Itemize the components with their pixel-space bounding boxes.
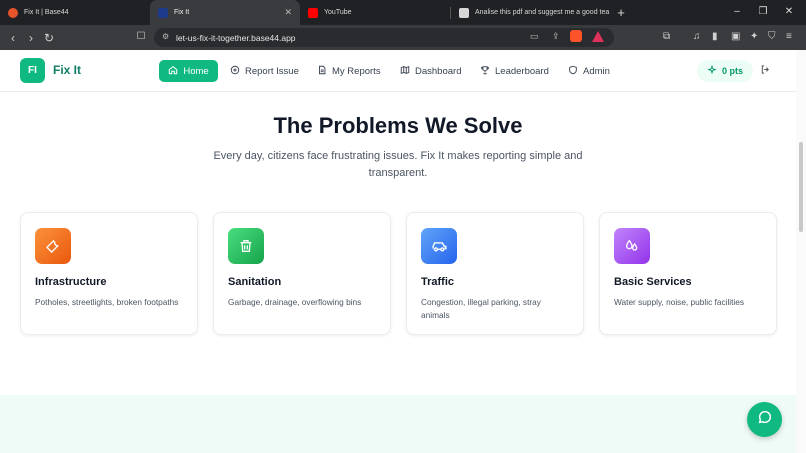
plus-circle-icon <box>230 65 240 77</box>
card-description: Potholes, streetlights, broken footpaths <box>35 297 179 307</box>
app-name[interactable]: Fix It <box>53 63 81 77</box>
page-scrollbar[interactable] <box>796 50 806 453</box>
browser-tab-fixit-base44[interactable]: Fix It | Base44 <box>0 0 150 25</box>
leo-icon[interactable]: ✦ <box>750 31 758 43</box>
wallet-icon[interactable]: ▣ <box>731 31 740 43</box>
problem-card-infrastructure[interactable]: Infrastructure Potholes, streetlights, b… <box>20 212 198 335</box>
card-description: Water supply, noise, public facilities <box>614 297 745 307</box>
address-bar[interactable]: ⚙ let-us-fix-it-together.base44.app ▭ ⇪ <box>154 28 614 47</box>
sparkles-icon <box>707 64 717 77</box>
close-tab-icon[interactable]: ✕ <box>284 7 292 17</box>
screenshot-icon[interactable]: ⧉ <box>663 31 670 43</box>
browser-tab-bar: Fix It | Base44 Fix It ✕ YouTube Analise… <box>0 0 806 25</box>
message-circle-icon <box>757 409 773 430</box>
brave-shields-icon[interactable] <box>570 30 582 42</box>
tab-title: Fix It | Base44 <box>24 9 69 16</box>
nav-label: Leaderboard <box>495 65 549 77</box>
forward-icon[interactable]: › <box>22 31 40 45</box>
nav-label: My Reports <box>332 65 381 77</box>
card-title: Basic Services <box>614 276 692 288</box>
menu-icon[interactable]: ≡ <box>786 31 792 43</box>
vpn-icon[interactable]: ⛉ <box>768 31 776 43</box>
chat-favicon-icon <box>459 7 469 18</box>
youtube-favicon-icon <box>308 7 318 18</box>
nav-admin[interactable]: Admin <box>568 60 610 82</box>
tab-title: Fix It <box>174 9 190 16</box>
logo-badge[interactable]: FI <box>20 58 45 83</box>
browser-tab-fixit[interactable]: Fix It ✕ <box>150 0 300 25</box>
nav-leaderboard[interactable]: Leaderboard <box>480 60 549 82</box>
fixit-favicon-icon <box>158 7 168 18</box>
chat-button[interactable] <box>747 402 782 437</box>
back-icon[interactable]: ‹ <box>4 31 22 45</box>
card-title: Sanitation <box>228 276 282 288</box>
car-icon <box>421 228 457 264</box>
home-icon <box>168 65 178 77</box>
nav-report-issue[interactable]: Report Issue <box>230 60 299 82</box>
nav-label: Dashboard <box>415 65 462 77</box>
section-subtitle: Every day, citizens face frustrating iss… <box>213 150 583 179</box>
cast-icon[interactable]: ▭ <box>530 31 539 42</box>
trophy-icon <box>480 65 490 77</box>
trash-icon <box>228 228 264 264</box>
url-text: let-us-fix-it-together.base44.app <box>176 32 296 43</box>
card-description: Congestion, illegal parking, stray anima… <box>421 297 541 320</box>
section-title: The Problems We Solve <box>273 113 523 138</box>
wrench-icon <box>35 228 71 264</box>
close-window-icon[interactable]: ✕ <box>782 5 796 19</box>
nav-label: Report Issue <box>245 65 299 77</box>
points-badge[interactable]: 0 pts <box>697 60 754 82</box>
browser-toolbar: ‹ › ↻ ☐ ⚙ let-us-fix-it-together.base44.… <box>0 25 806 50</box>
problem-card-sanitation[interactable]: Sanitation Garbage, drainage, overflowin… <box>213 212 391 335</box>
points-value: 0 pts <box>722 66 744 76</box>
reload-icon[interactable]: ↻ <box>40 31 58 45</box>
browser-tab-pdf[interactable]: Analise this pdf and suggest me a good t… <box>451 0 611 25</box>
nav-my-reports[interactable]: My Reports <box>317 60 381 82</box>
problem-card-traffic[interactable]: Traffic Congestion, illegal parking, str… <box>406 212 584 335</box>
base44-favicon-icon <box>8 7 18 18</box>
card-title: Infrastructure <box>35 276 107 288</box>
media-icon[interactable]: ♫ <box>693 31 701 43</box>
site-settings-icon[interactable]: ⚙ <box>162 32 169 41</box>
file-icon <box>317 65 327 77</box>
map-icon <box>400 65 410 77</box>
card-title: Traffic <box>421 276 455 288</box>
logout-icon[interactable] <box>760 64 771 78</box>
app-header: FI Fix It Home Report Issue My Reports D… <box>0 50 796 92</box>
tab-title: YouTube <box>324 9 352 16</box>
brave-rewards-icon[interactable] <box>592 31 604 42</box>
nav-label: Home <box>183 65 209 77</box>
restore-icon[interactable]: ❐ <box>756 5 770 19</box>
card-description: Garbage, drainage, overflowing bins <box>228 297 362 307</box>
tab-title: Analise this pdf and suggest me a good t… <box>475 9 610 16</box>
scrollbar-thumb[interactable] <box>799 142 803 232</box>
nav-label: Admin <box>583 65 610 77</box>
share-icon[interactable]: ⇪ <box>552 31 560 42</box>
droplets-icon <box>614 228 650 264</box>
nav-home[interactable]: Home <box>159 60 218 82</box>
sidebar-icon[interactable]: ▮ <box>712 31 718 43</box>
minimize-icon[interactable]: – <box>730 5 744 19</box>
browser-tab-youtube[interactable]: YouTube <box>300 0 450 25</box>
nav-dashboard[interactable]: Dashboard <box>400 60 461 82</box>
bookmark-icon[interactable]: ☐ <box>132 31 150 42</box>
problem-card-basic-services[interactable]: Basic Services Water supply, noise, publ… <box>599 212 777 335</box>
next-section-background <box>0 395 796 453</box>
new-tab-icon[interactable]: + <box>611 5 631 20</box>
shield-icon <box>568 65 578 77</box>
